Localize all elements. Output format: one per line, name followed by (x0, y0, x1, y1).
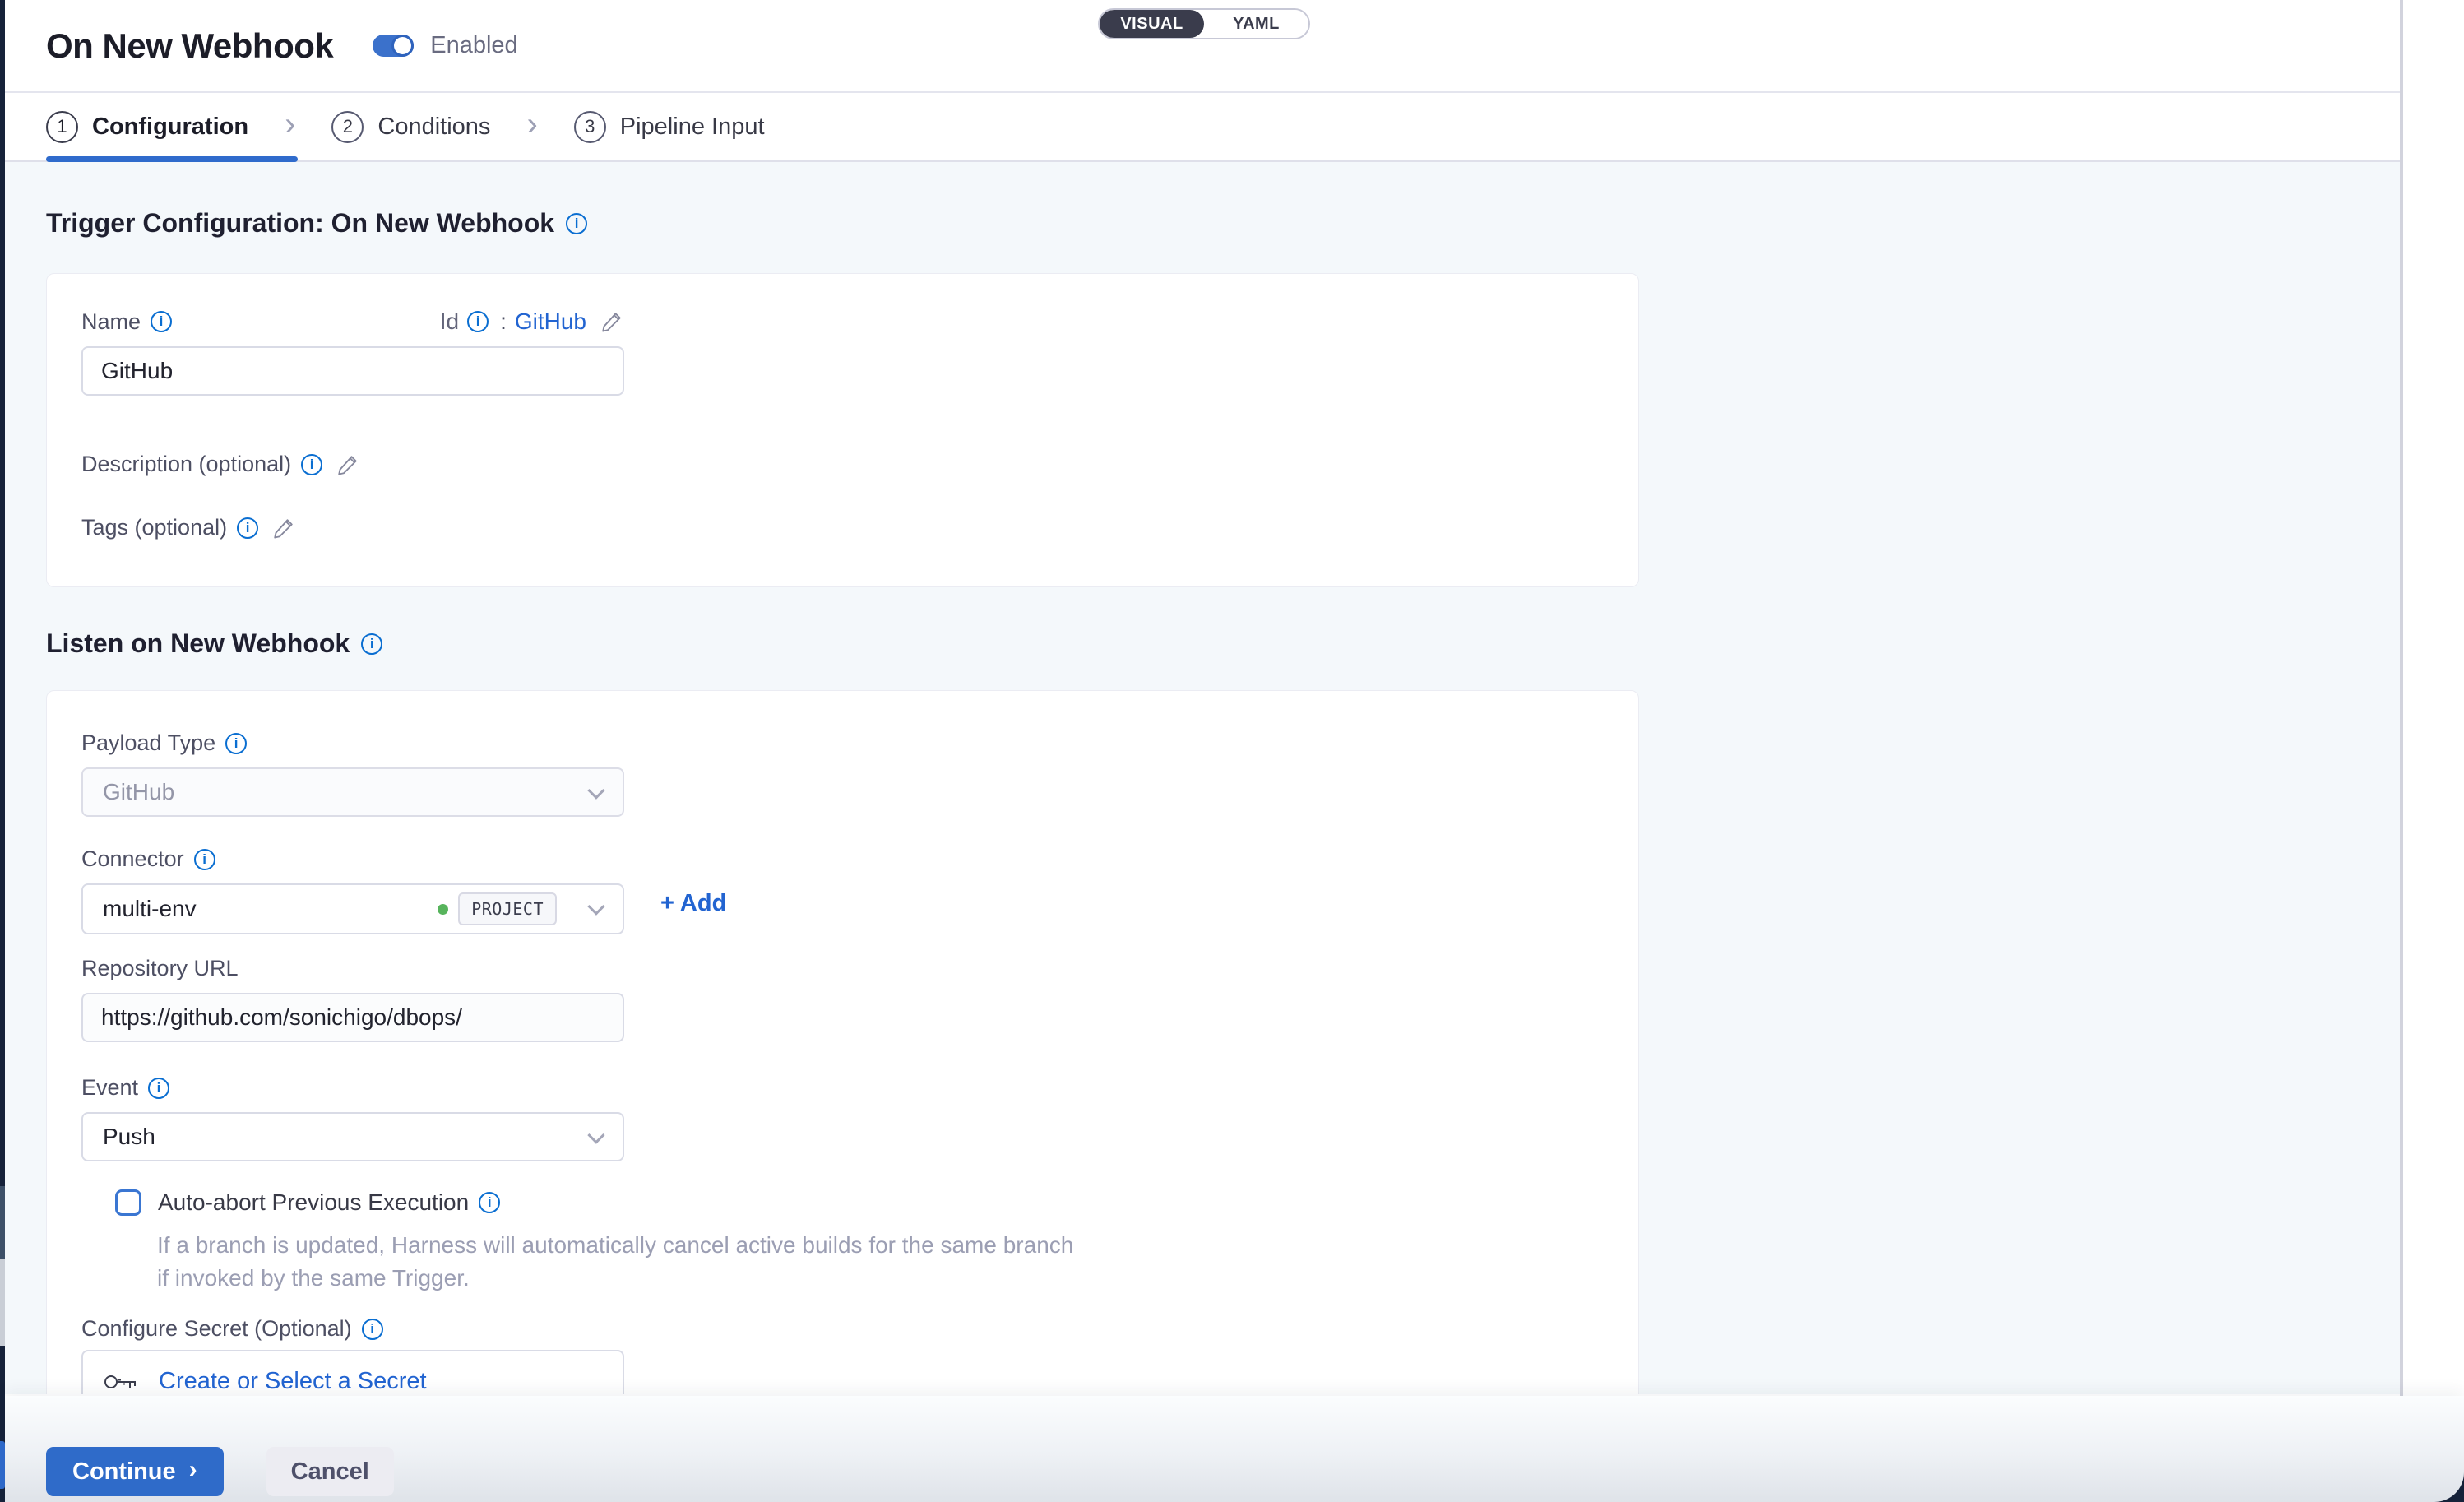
tags-label: Tags (optional) (81, 515, 1604, 540)
listen-on-webhook-heading: Listen on New Webhook (46, 628, 2400, 659)
trigger-configuration-card: Name Id : GitHub GitHub Description (opt… (46, 273, 1639, 587)
add-connector-button[interactable]: + Add (660, 890, 726, 917)
label-text: Tags (optional) (81, 515, 227, 540)
label-text: Name (81, 309, 141, 335)
trigger-configuration-heading: Trigger Configuration: On New Webhook (46, 162, 2400, 239)
helper-line: If a branch is updated, Harness will aut… (157, 1229, 1604, 1262)
info-icon[interactable] (361, 633, 382, 655)
step-number-badge: 2 (331, 111, 364, 143)
key-icon (103, 1370, 141, 1394)
tab-label: Pipeline Input (620, 114, 765, 141)
chevron-right-icon (526, 106, 537, 143)
label-text: Event (81, 1075, 138, 1101)
info-icon[interactable] (237, 517, 258, 539)
edit-pencil-icon[interactable] (600, 309, 624, 334)
label-text: Configure Secret (Optional) (81, 1316, 352, 1342)
name-input[interactable]: GitHub (81, 346, 624, 396)
chevron-right-icon (285, 106, 295, 143)
cancel-button[interactable]: Cancel (266, 1447, 394, 1496)
toggle-knob (391, 35, 414, 57)
enabled-label: Enabled (430, 32, 517, 59)
tab-configuration[interactable]: 1 Configuration (46, 111, 248, 143)
chevron-down-icon (587, 1126, 604, 1143)
tab-yaml[interactable]: YAML (1204, 10, 1308, 38)
info-icon[interactable] (301, 454, 322, 475)
tab-conditions[interactable]: 2 Conditions (331, 111, 490, 143)
connector-value: multi-env (103, 896, 438, 922)
label-text: Repository URL (81, 956, 239, 981)
create-or-select-secret-button[interactable]: Create or Select a Secret (103, 1368, 427, 1394)
tab-label: Configuration (92, 114, 248, 141)
repository-url-value: https://github.com/sonichigo/dbops/ (101, 1004, 462, 1031)
chevron-right-icon (189, 1456, 197, 1484)
page-title: On New Webhook (46, 26, 333, 66)
connector-row: multi-env PROJECT + Add (81, 872, 1604, 934)
info-icon[interactable] (194, 849, 215, 870)
right-gutter (2400, 0, 2464, 1396)
auto-abort-label: Auto-abort Previous Execution (158, 1189, 469, 1216)
repository-url-label: Repository URL (81, 956, 1604, 981)
chevron-down-icon (587, 781, 604, 799)
step-number-badge: 1 (46, 111, 78, 143)
configuration-panel: Trigger Configuration: On New Webhook Na… (5, 162, 2400, 1394)
wizard-tabbar: 1 Configuration 2 Conditions 3 Pipeline … (5, 93, 2400, 162)
tab-label: Conditions (377, 114, 490, 141)
id-block: Id : GitHub (440, 308, 624, 335)
tab-pipeline-input[interactable]: 3 Pipeline Input (574, 111, 765, 143)
label-text: Payload Type (81, 730, 215, 756)
label-text: Description (optional) (81, 452, 291, 477)
event-label: Event (81, 1075, 1604, 1101)
heading-text: Trigger Configuration: On New Webhook (46, 208, 554, 239)
info-icon[interactable] (362, 1319, 383, 1340)
auto-abort-checkbox[interactable] (115, 1189, 141, 1216)
repository-url-input[interactable]: https://github.com/sonichigo/dbops/ (81, 993, 624, 1042)
id-colon: : (500, 308, 507, 335)
info-icon[interactable] (566, 213, 587, 234)
description-label: Description (optional) (81, 452, 1604, 477)
edit-pencil-icon[interactable] (271, 516, 296, 540)
visual-yaml-switch: VISUAL YAML (1098, 8, 1310, 39)
edit-pencil-icon[interactable] (336, 452, 360, 477)
info-icon[interactable] (148, 1078, 169, 1099)
name-input-value: GitHub (101, 358, 173, 384)
info-icon[interactable] (479, 1192, 500, 1213)
chevron-down-icon (587, 897, 604, 915)
event-value: Push (103, 1124, 155, 1150)
heading-text: Listen on New Webhook (46, 628, 350, 659)
name-label: Name (81, 309, 172, 335)
cancel-label: Cancel (291, 1458, 369, 1486)
enabled-toggle[interactable] (373, 35, 414, 57)
payload-type-select[interactable]: GitHub (81, 767, 624, 817)
label-text: Connector (81, 846, 184, 872)
payload-type-label: Payload Type (81, 730, 1604, 756)
active-tab-indicator (46, 156, 298, 162)
auto-abort-row: Auto-abort Previous Execution (115, 1189, 1604, 1216)
id-label: Id (440, 308, 459, 335)
auto-abort-helper-text: If a branch is updated, Harness will aut… (157, 1229, 1604, 1295)
configure-secret-label: Configure Secret (Optional) (81, 1316, 1604, 1342)
continue-button[interactable]: Continue (46, 1447, 224, 1496)
drawer-header: On New Webhook Enabled VISUAL YAML (5, 0, 2400, 93)
name-id-row: Name Id : GitHub (81, 308, 624, 335)
trigger-drawer: On New Webhook Enabled VISUAL YAML 1 Con… (5, 0, 2400, 1502)
connectivity-status-dot (438, 904, 448, 915)
payload-type-value: GitHub (103, 779, 174, 805)
step-number-badge: 3 (574, 111, 606, 143)
secret-selector-box: Create or Select a Secret (81, 1350, 624, 1394)
secret-link-text: Create or Select a Secret (159, 1368, 427, 1394)
info-icon[interactable] (151, 311, 172, 332)
connector-select[interactable]: multi-env PROJECT (81, 883, 624, 934)
continue-label: Continue (72, 1458, 176, 1486)
info-icon[interactable] (225, 733, 247, 754)
connector-label: Connector (81, 846, 1604, 872)
footer-bar: Continue Cancel (5, 1396, 2464, 1502)
scope-badge: PROJECT (458, 892, 557, 925)
listen-on-webhook-card: Payload Type GitHub Connector multi-env … (46, 690, 1639, 1394)
id-value-link[interactable]: GitHub (515, 308, 586, 335)
event-select[interactable]: Push (81, 1112, 624, 1161)
helper-line: if invoked by the same Trigger. (157, 1262, 1604, 1295)
tab-visual[interactable]: VISUAL (1100, 10, 1204, 38)
info-icon[interactable] (467, 311, 489, 332)
